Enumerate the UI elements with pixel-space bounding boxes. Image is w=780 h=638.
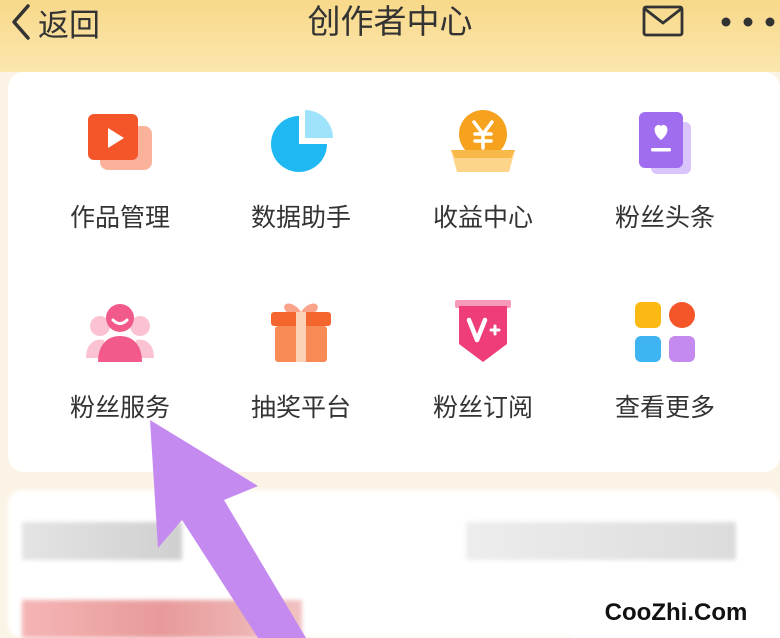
grid-item-data-assistant[interactable]: 数据助手 [211, 72, 391, 242]
grid-item-fans-subscription[interactable]: 粉丝订阅 [393, 262, 573, 432]
creator-tools-card: 作品管理 数据助手 收益中心 粉丝头条 粉丝服务 抽奖平台 粉丝订阅 查看更多 [8, 72, 780, 472]
grid-item-label: 粉丝服务 [69, 393, 170, 422]
grid-item-label: 粉丝头条 [614, 203, 715, 232]
video-icon [88, 114, 152, 170]
watermark: CooZhi.Com [572, 588, 780, 638]
grid-item-label: 数据助手 [250, 203, 351, 232]
back-button[interactable]: 返回 [8, 0, 100, 44]
grid-item-label: 查看更多 [614, 393, 715, 422]
grid-item-works-management[interactable]: 作品管理 [30, 72, 210, 242]
v-badge-icon [455, 300, 511, 362]
grid-item-label: 粉丝订阅 [432, 393, 533, 422]
grid-item-label: 收益中心 [432, 203, 533, 232]
top-bar: 返回 创作者中心 [0, 0, 780, 72]
yuan-coin-icon [451, 110, 515, 172]
pie-chart-icon [271, 110, 333, 172]
grid-item-fans-service[interactable]: 粉丝服务 [30, 262, 210, 432]
grid-item-label: 作品管理 [69, 203, 170, 232]
heart-book-icon [639, 112, 691, 174]
fans-user-icon [86, 304, 154, 362]
blurred-thumbnail-bar [22, 600, 302, 638]
blurred-text-bar [22, 522, 182, 560]
chevron-left-icon [12, 4, 30, 40]
grid-item-label: 抽奖平台 [250, 393, 351, 422]
mail-icon[interactable] [642, 4, 684, 38]
blurred-text-bar [466, 522, 736, 560]
back-label: 返回 [38, 7, 100, 44]
grid-item-revenue-center[interactable]: 收益中心 [393, 72, 573, 242]
more-icon[interactable] [718, 2, 780, 42]
grid-item-fans-headline[interactable]: 粉丝头条 [575, 72, 755, 242]
app-grid-icon [635, 302, 695, 362]
grid-item-lottery-platform[interactable]: 抽奖平台 [211, 262, 391, 432]
grid-item-view-more[interactable]: 查看更多 [575, 262, 755, 432]
gift-box-icon [271, 303, 331, 362]
